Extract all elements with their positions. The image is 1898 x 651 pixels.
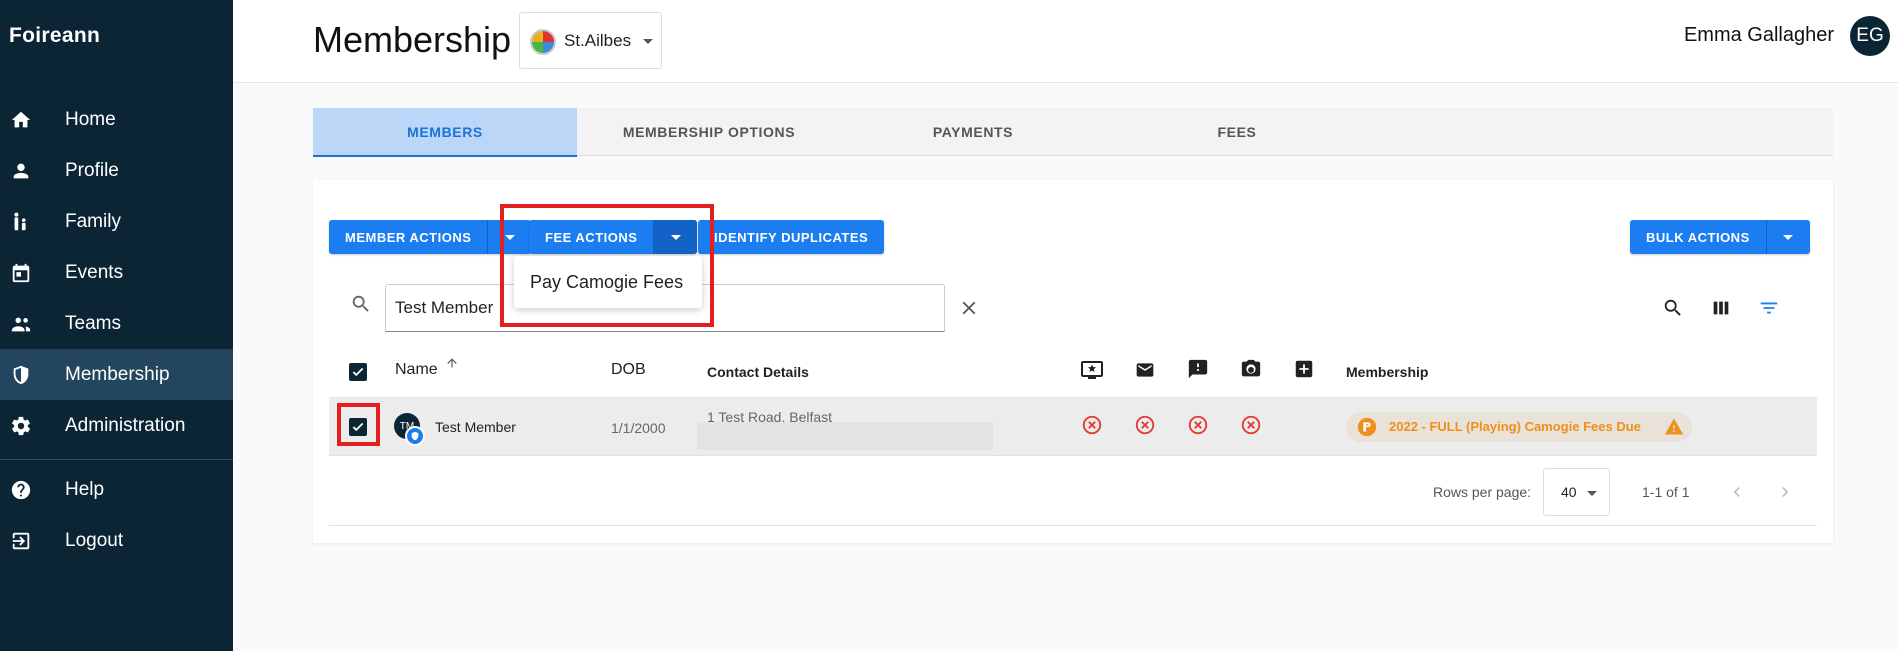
sidebar-item-label: Profile: [65, 159, 119, 181]
chevron-left-icon[interactable]: [1727, 482, 1747, 507]
sidebar-item-help[interactable]: Help: [0, 464, 233, 515]
sidebar: Foireann Home Profile Family Events Team…: [0, 0, 233, 651]
screen-star-icon: [1079, 358, 1105, 387]
error-circle-icon: [1187, 414, 1209, 436]
sidebar-item-label: Help: [65, 478, 105, 500]
table-pagination: Rows per page: 40 1-1 of 1: [329, 460, 1817, 526]
sidebar-item-label: Administration: [65, 414, 186, 436]
search-icon[interactable]: [1662, 297, 1684, 324]
person-icon: [10, 160, 32, 182]
tab-members[interactable]: MEMBERS: [313, 108, 577, 157]
column-header-dob[interactable]: DOB: [611, 361, 646, 379]
rows-per-page-value: 40: [1561, 484, 1577, 500]
membership-tabs: MEMBERS MEMBERSHIP OPTIONS PAYMENTS FEES: [313, 108, 1833, 157]
sidebar-item-home[interactable]: Home: [0, 94, 233, 145]
member-name[interactable]: Test Member: [435, 419, 516, 435]
bulk-actions-button[interactable]: BULK ACTIONS: [1630, 220, 1766, 254]
sidebar-item-family[interactable]: Family: [0, 196, 233, 247]
sidebar-item-teams[interactable]: Teams: [0, 298, 233, 349]
fee-actions-dropdown-toggle[interactable]: [653, 220, 698, 254]
sidebar-item-label: Events: [65, 261, 124, 283]
table-row[interactable]: TM Test Member 1/1/2000 1 Test Road, Bel…: [329, 398, 1817, 456]
top-header: Membership St.Ailbes Emma Gallagher EG: [233, 0, 1898, 83]
row-select-checkbox[interactable]: [349, 418, 367, 436]
chevron-down-icon: [670, 234, 681, 240]
rows-per-page-select[interactable]: 40: [1543, 468, 1610, 516]
member-actions-button[interactable]: MEMBER ACTIONS: [329, 220, 487, 254]
table-header-row: Name DOB Contact Details Membership: [329, 346, 1817, 398]
brand-logo-text: Foireann: [9, 24, 101, 47]
arrow-up-icon[interactable]: [445, 356, 459, 375]
help-icon: [10, 479, 32, 501]
sidebar-item-membership[interactable]: Membership: [0, 349, 233, 400]
column-header-membership: Membership: [1346, 364, 1429, 380]
sidebar-item-logout[interactable]: Logout: [0, 515, 233, 566]
redacted-contact-details: [697, 422, 993, 450]
verified-shield-icon: [405, 426, 425, 446]
chevron-right-icon[interactable]: [1775, 482, 1795, 507]
page-title: Membership: [313, 19, 512, 60]
home-icon: [10, 109, 32, 131]
gear-icon: [10, 415, 32, 437]
message-alert-icon: [1187, 358, 1209, 385]
family-icon: [10, 211, 32, 233]
sidebar-item-label: Logout: [65, 529, 124, 551]
tab-membership-options[interactable]: MEMBERSHIP OPTIONS: [577, 108, 841, 156]
rows-per-page-label: Rows per page:: [1433, 484, 1532, 500]
sidebar-item-profile[interactable]: Profile: [0, 145, 233, 196]
sidebar-nav: Home Profile Family Events Teams Members…: [0, 94, 233, 566]
shield-icon: [10, 364, 32, 386]
identify-duplicates-button[interactable]: IDENTIFY DUPLICATES: [698, 220, 884, 254]
camogie-logo-icon: [1356, 416, 1378, 443]
error-circle-icon: [1134, 414, 1156, 436]
member-actions-dropdown-toggle[interactable]: [487, 220, 531, 254]
columns-icon[interactable]: [1710, 297, 1732, 324]
logout-icon: [10, 530, 32, 552]
avatar[interactable]: EG: [1850, 16, 1890, 56]
member-actions-button-group: MEMBER ACTIONS: [329, 220, 532, 254]
membership-status-badge[interactable]: 2022 - FULL (Playing) Camogie Fees Due: [1346, 412, 1692, 442]
email-icon: [1134, 360, 1156, 385]
medical-plus-icon: [1293, 358, 1315, 385]
teams-icon: [10, 313, 32, 335]
search-icon: [350, 293, 372, 320]
membership-status-text: 2022 - FULL (Playing) Camogie Fees Due: [1389, 419, 1641, 434]
sidebar-item-label: Family: [65, 210, 121, 232]
chevron-down-icon: [643, 39, 653, 44]
calendar-icon: [10, 262, 32, 284]
pagination-range: 1-1 of 1: [1642, 484, 1690, 500]
fee-actions-button[interactable]: FEE ACTIONS: [529, 220, 653, 254]
chevron-down-icon: [504, 234, 515, 240]
club-selector[interactable]: St.Ailbes: [519, 12, 662, 69]
sidebar-item-administration[interactable]: Administration: [0, 400, 233, 451]
close-icon[interactable]: [958, 297, 980, 324]
warning-icon: [1664, 417, 1684, 442]
bulk-actions-button-group: BULK ACTIONS: [1630, 220, 1810, 254]
error-circle-icon: [1081, 414, 1103, 436]
sidebar-item-events[interactable]: Events: [0, 247, 233, 298]
user-name: Emma Gallagher: [1683, 24, 1834, 46]
camera-icon: [1240, 358, 1262, 385]
sidebar-item-label: Membership: [65, 363, 170, 385]
chevron-down-icon: [1783, 234, 1794, 240]
sidebar-item-label: Home: [65, 108, 116, 130]
tab-payments[interactable]: PAYMENTS: [841, 108, 1105, 156]
member-dob: 1/1/2000: [611, 420, 666, 436]
column-header-contact-details: Contact Details: [707, 364, 809, 380]
sidebar-divider: [0, 459, 233, 460]
sidebar-item-label: Teams: [65, 312, 121, 334]
club-crest-icon: [530, 29, 556, 55]
bulk-actions-dropdown-toggle[interactable]: [1765, 220, 1810, 254]
column-header-name[interactable]: Name: [395, 361, 438, 379]
error-circle-icon: [1240, 414, 1262, 436]
fee-actions-menu-item-pay-camogie-fees[interactable]: Pay Camogie Fees: [514, 256, 702, 308]
fee-actions-button-group: FEE ACTIONS: [529, 220, 698, 254]
tab-fees[interactable]: FEES: [1105, 108, 1369, 156]
club-name: St.Ailbes: [564, 31, 632, 50]
chevron-down-icon: [1587, 491, 1597, 496]
identify-duplicates-button-group: IDENTIFY DUPLICATES: [698, 220, 885, 254]
filter-icon[interactable]: [1758, 297, 1780, 324]
select-all-checkbox[interactable]: [349, 363, 367, 381]
